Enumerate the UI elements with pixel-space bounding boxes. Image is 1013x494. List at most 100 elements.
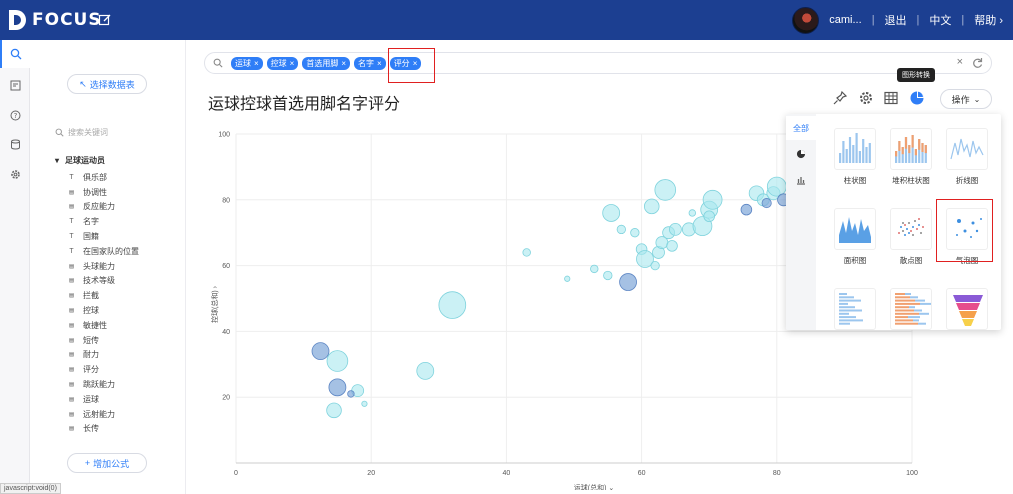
- select-table-button[interactable]: ↖ 选择数据表: [67, 74, 147, 94]
- rail-settings[interactable]: [0, 160, 30, 188]
- logout-link[interactable]: 退出: [885, 12, 907, 28]
- field-item[interactable]: ▤ 技术等级: [67, 274, 177, 289]
- field-item[interactable]: ▤ 跳跃能力: [67, 377, 177, 392]
- tree-root-table[interactable]: ▾ 足球运动员: [55, 155, 105, 166]
- number-field-icon: ▤: [69, 335, 74, 344]
- chevron-down-icon: ⌄: [973, 94, 981, 104]
- rail-board[interactable]: [0, 71, 30, 99]
- bubble-point: [630, 228, 640, 238]
- field-sidebar: ↖ 选择数据表 搜索关键词 ▾ 足球运动员 T 俱乐部 ▤ 协调性 ▤ 反应能力 T 名字 T 国…: [31, 40, 186, 494]
- chip-remove-icon[interactable]: ×: [377, 59, 382, 68]
- logo-text: FOCUS: [32, 10, 102, 30]
- tab-all[interactable]: 全部: [786, 116, 816, 140]
- y-tick-label: 80: [222, 197, 230, 204]
- logo[interactable]: FOCUS: [8, 9, 102, 31]
- bubble-point: [666, 240, 678, 252]
- field-item[interactable]: ▤ 耐力: [67, 348, 177, 363]
- chart-type-funnel[interactable]: [946, 288, 988, 330]
- field-item[interactable]: ▤ 控球: [67, 303, 177, 318]
- number-field-icon: ▤: [69, 365, 74, 374]
- number-field-icon: ▤: [69, 187, 74, 196]
- field-item[interactable]: ▤ 头球能力: [67, 259, 177, 274]
- field-item[interactable]: ▤ 运球: [67, 392, 177, 407]
- bubble-point: [761, 198, 772, 209]
- field-item[interactable]: ▤ 评分: [67, 362, 177, 377]
- field-item[interactable]: T 国籍: [67, 229, 177, 244]
- username[interactable]: cami...: [829, 14, 861, 26]
- chart-type-stacked-bar[interactable]: [890, 128, 932, 170]
- search-chip[interactable]: 控球 ×: [266, 56, 299, 70]
- chip-label: 首选用脚: [306, 58, 339, 68]
- add-formula-button[interactable]: + 增加公式: [67, 453, 147, 473]
- field-search-input[interactable]: 搜索关键词: [55, 124, 165, 140]
- field-label: 控球: [83, 306, 99, 316]
- popup-tabs: 全部: [786, 114, 816, 330]
- bubble-point: [702, 189, 723, 210]
- rail-database[interactable]: [0, 130, 30, 158]
- chart-type-horizontal-bar[interactable]: [834, 288, 876, 330]
- chip-label: 控球: [270, 58, 287, 68]
- bubble-point: [668, 223, 682, 236]
- chart-type-scatter[interactable]: [890, 208, 932, 250]
- highlight-box: [936, 199, 993, 262]
- edit-icon[interactable]: [98, 13, 112, 27]
- bubble-point: [564, 275, 571, 282]
- chart-type-area-chart[interactable]: [834, 208, 876, 250]
- search-chip[interactable]: 名字 ×: [354, 56, 386, 70]
- field-item[interactable]: ▤ 远射能力: [67, 407, 177, 422]
- field-item[interactable]: ▤ 协调性: [67, 185, 177, 200]
- search-chip[interactable]: 首选用脚 ×: [302, 56, 351, 70]
- field-item[interactable]: T 俱乐部: [67, 170, 177, 185]
- pie-chart-icon[interactable]: [909, 90, 925, 106]
- field-item[interactable]: ▤ 长传: [67, 422, 177, 437]
- gear-icon[interactable]: [858, 90, 874, 106]
- stacked-horizontal-bar-icon: [895, 293, 932, 325]
- y-tick-label: 60: [222, 263, 230, 270]
- chart-type-line-chart[interactable]: [946, 128, 988, 170]
- field-label: 名字: [83, 217, 99, 227]
- bubble-point: [328, 378, 347, 397]
- bubble-point: [688, 209, 696, 217]
- chip-remove-icon[interactable]: ×: [254, 59, 259, 68]
- gear-icon: [10, 169, 20, 179]
- operations-button[interactable]: 操作 ⌄: [940, 89, 992, 109]
- refresh-icon[interactable]: [972, 57, 983, 69]
- clear-icon[interactable]: ×: [957, 56, 963, 68]
- field-item[interactable]: ▤ 拦截: [67, 288, 177, 303]
- field-label: 拦截: [83, 291, 99, 301]
- chart-type-label: 柱状图: [843, 176, 867, 185]
- field-label: 在国家队的位置: [83, 246, 139, 256]
- chart-type-stacked-horizontal-bar[interactable]: [890, 288, 932, 330]
- bubble-point: [766, 176, 787, 197]
- search-chip[interactable]: 运球 ×: [231, 56, 263, 70]
- chip-remove-icon[interactable]: ×: [290, 59, 295, 68]
- tab-bar[interactable]: [786, 168, 816, 192]
- bubble-point: [311, 342, 330, 361]
- search-bar[interactable]: 运球 × 控球 × 首选用脚 × 名字 × 评分 × ×: [204, 52, 992, 74]
- field-item[interactable]: T 在国家队的位置: [67, 244, 177, 259]
- number-field-icon: ▤: [69, 424, 74, 433]
- bubble-point: [347, 390, 355, 398]
- pin-icon[interactable]: [832, 90, 848, 106]
- chip-remove-icon[interactable]: ×: [341, 59, 346, 68]
- number-field-icon: ▤: [69, 276, 74, 285]
- number-field-icon: ▤: [69, 291, 74, 300]
- field-item[interactable]: T 名字: [67, 214, 177, 229]
- help-link[interactable]: 帮助 ›: [974, 12, 1003, 28]
- field-item[interactable]: ▤ 敏捷性: [67, 318, 177, 333]
- language-link[interactable]: 中文: [929, 12, 951, 28]
- chart-type-bar-chart[interactable]: [834, 128, 876, 170]
- avatar[interactable]: [792, 6, 820, 34]
- number-field-icon: ▤: [69, 306, 74, 315]
- rail-help[interactable]: ?: [0, 101, 30, 129]
- pie-chart-icon: [796, 149, 806, 159]
- number-field-icon: ▤: [69, 202, 74, 211]
- tab-pie[interactable]: [786, 142, 816, 166]
- funnel-icon: [953, 295, 983, 326]
- rail-search[interactable]: [0, 40, 30, 68]
- field-item[interactable]: ▤ 短传: [67, 333, 177, 348]
- top-header: FOCUS cami... | 退出 | 中文 | 帮助 ›: [0, 0, 1013, 40]
- field-item[interactable]: ▤ 反应能力: [67, 200, 177, 215]
- table-icon[interactable]: [883, 90, 899, 106]
- x-axis-label: 运球(总和) ⌄: [574, 483, 614, 490]
